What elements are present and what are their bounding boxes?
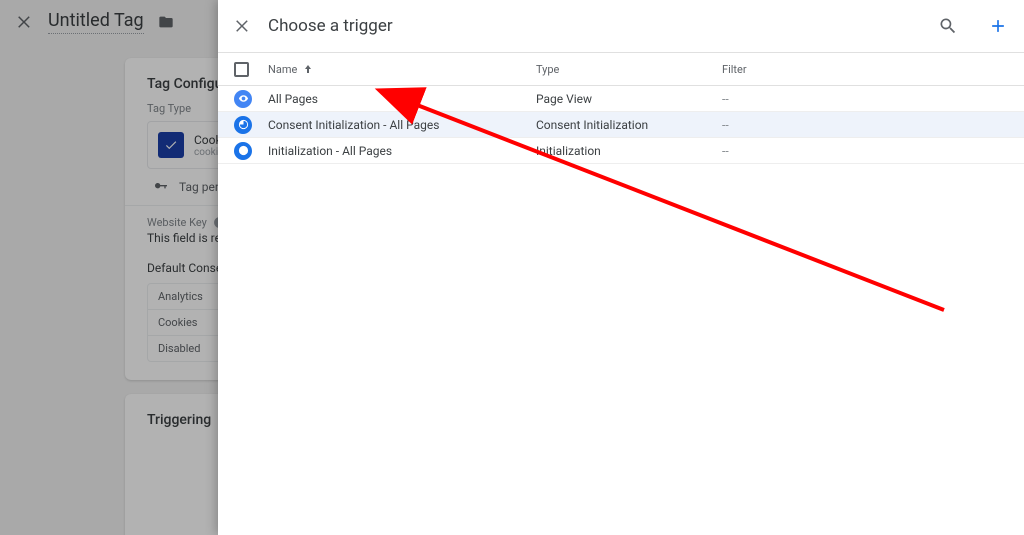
initialization-icon xyxy=(234,142,252,160)
select-all-checkbox[interactable] xyxy=(234,62,249,77)
trigger-filter: -- xyxy=(722,92,1008,106)
trigger-row[interactable]: All Pages Page View -- xyxy=(218,86,1024,112)
panel-title: Choose a trigger xyxy=(268,16,908,36)
col-filter[interactable]: Filter xyxy=(722,63,1008,76)
trigger-filter: -- xyxy=(722,118,1008,132)
trigger-name: All Pages xyxy=(268,92,536,106)
trigger-type: Consent Initialization xyxy=(536,118,722,132)
add-trigger-icon[interactable] xyxy=(988,16,1008,36)
col-type[interactable]: Type xyxy=(536,63,722,76)
close-icon[interactable] xyxy=(234,17,252,35)
col-name[interactable]: Name xyxy=(268,63,297,76)
trigger-name: Initialization - All Pages xyxy=(268,144,536,158)
trigger-type: Initialization xyxy=(536,144,722,158)
page-view-icon xyxy=(234,90,252,108)
trigger-type: Page View xyxy=(536,92,722,106)
trigger-row[interactable]: Initialization - All Pages Initializatio… xyxy=(218,138,1024,164)
trigger-row[interactable]: Consent Initialization - All Pages Conse… xyxy=(218,112,1024,138)
search-icon[interactable] xyxy=(938,16,958,36)
trigger-filter: -- xyxy=(722,144,1008,158)
trigger-name: Consent Initialization - All Pages xyxy=(268,118,536,132)
trigger-table-header: Name Type Filter xyxy=(218,52,1024,86)
choose-trigger-panel: Choose a trigger Name Type Filter All Pa… xyxy=(218,0,1024,535)
sort-asc-icon xyxy=(302,63,314,75)
consent-init-icon xyxy=(234,116,252,134)
